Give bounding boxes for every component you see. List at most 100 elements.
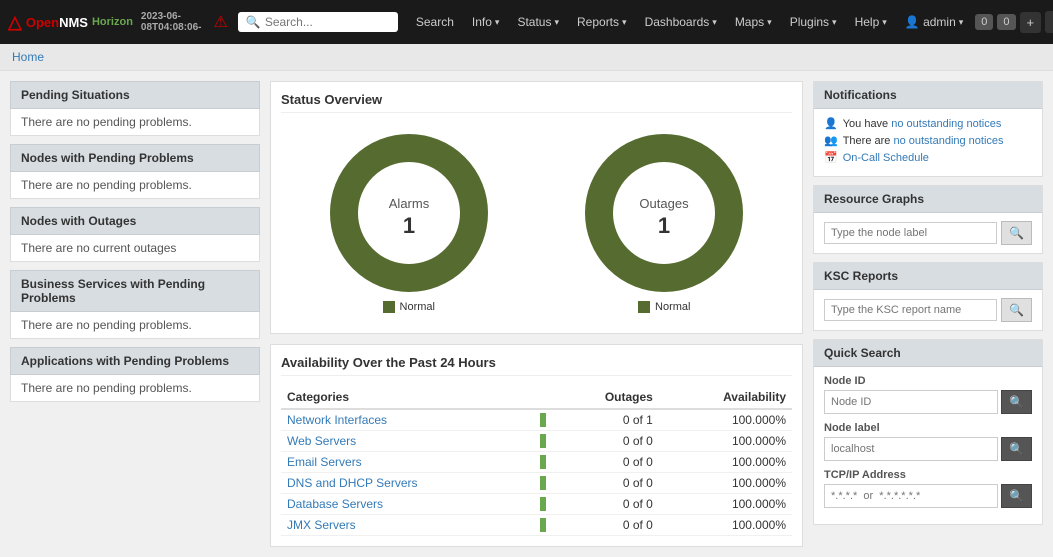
calendar-icon: 📅 bbox=[824, 151, 838, 164]
category-link[interactable]: Database Servers bbox=[287, 497, 383, 511]
resource-graphs-search-button[interactable]: 🔍 bbox=[1001, 221, 1032, 245]
person-icon: 👤 bbox=[824, 117, 838, 130]
sidebar-item-nodes-pending: Nodes with Pending Problems There are no… bbox=[10, 144, 260, 201]
category-cell: Database Servers bbox=[281, 494, 534, 515]
notif-text-3: On-Call Schedule bbox=[843, 152, 929, 164]
table-row: Web Servers 0 of 0 100.000% bbox=[281, 431, 792, 452]
node-id-input[interactable] bbox=[824, 390, 998, 414]
node-id-field: Node ID 🔍 bbox=[824, 375, 1032, 414]
availability-cell: 100.000% bbox=[659, 431, 792, 452]
ksc-reports-search-button[interactable]: 🔍 bbox=[1001, 298, 1032, 322]
notif-link-2[interactable]: no outstanding notices bbox=[893, 135, 1003, 147]
node-id-input-row: 🔍 bbox=[824, 390, 1032, 414]
donut-row: Alarms 1 Normal Outages 1 bbox=[281, 123, 792, 323]
nav-search[interactable]: Search bbox=[408, 11, 462, 33]
quick-search-header: Quick Search bbox=[814, 340, 1042, 367]
node-id-search-button[interactable]: 🔍 bbox=[1001, 390, 1032, 414]
brand-open: OpenNMS bbox=[26, 15, 88, 30]
reports-caret: ▾ bbox=[622, 17, 627, 28]
col-categories: Categories bbox=[281, 386, 534, 409]
nav-help[interactable]: Help ▾ bbox=[847, 11, 895, 33]
nav-info[interactable]: Info ▾ bbox=[464, 11, 508, 33]
pending-situations-header: Pending Situations bbox=[10, 81, 260, 109]
quick-search-body: Node ID 🔍 Node label 🔍 TCP/IP Address bbox=[814, 367, 1042, 524]
svg-text:1: 1 bbox=[403, 213, 415, 238]
category-link[interactable]: Web Servers bbox=[287, 434, 356, 448]
applications-body: There are no pending problems. bbox=[10, 375, 260, 402]
outages-cell: 0 of 0 bbox=[552, 515, 659, 536]
node-id-label: Node ID bbox=[824, 375, 1032, 387]
alarms-legend-label: Normal bbox=[400, 301, 435, 313]
main-content: Status Overview Alarms 1 Normal bbox=[270, 81, 803, 547]
nav-links: Search Info ▾ Status ▾ Reports ▾ Dashboa… bbox=[408, 11, 971, 33]
status-overview-panel: Status Overview Alarms 1 Normal bbox=[270, 81, 803, 334]
tcp-ip-input[interactable] bbox=[824, 484, 998, 508]
category-link[interactable]: DNS and DHCP Servers bbox=[287, 476, 418, 490]
global-search-input[interactable] bbox=[265, 15, 395, 29]
col-outages: Outages bbox=[552, 386, 659, 409]
nav-status[interactable]: Status ▾ bbox=[509, 11, 567, 33]
node-label-input-row: 🔍 bbox=[824, 437, 1032, 461]
availability-cell: 100.000% bbox=[659, 409, 792, 431]
category-cell: Web Servers bbox=[281, 431, 534, 452]
resource-graphs-input[interactable] bbox=[824, 222, 997, 244]
col-availability: Availability bbox=[659, 386, 792, 409]
notif-link-3[interactable]: On-Call Schedule bbox=[843, 152, 929, 164]
node-label-search-button[interactable]: 🔍 bbox=[1001, 437, 1032, 461]
availability-cell: 100.000% bbox=[659, 452, 792, 473]
nav-plugins[interactable]: Plugins ▾ bbox=[782, 11, 845, 33]
availability-table: Categories Outages Availability Network … bbox=[281, 386, 792, 536]
category-link[interactable]: JMX Servers bbox=[287, 518, 356, 532]
bar-cell bbox=[534, 515, 552, 536]
business-services-header: Business Services with Pending Problems bbox=[10, 270, 260, 312]
add-button[interactable]: + bbox=[1020, 12, 1042, 33]
brand-date: 2023-06-08T04:08:06- bbox=[141, 11, 202, 33]
tcp-ip-field: TCP/IP Address 🔍 bbox=[824, 469, 1032, 508]
help-caret: ▾ bbox=[882, 17, 887, 28]
nodes-pending-body: There are no pending problems. bbox=[10, 172, 260, 199]
nav-maps[interactable]: Maps ▾ bbox=[727, 11, 780, 33]
table-row: Email Servers 0 of 0 100.000% bbox=[281, 452, 792, 473]
availability-bar bbox=[540, 497, 546, 511]
outages-cell: 0 of 0 bbox=[552, 473, 659, 494]
plugins-caret: ▾ bbox=[832, 17, 837, 28]
notif-item-2: 👥 There are no outstanding notices bbox=[824, 134, 1032, 147]
search-magnifier-icon: 🔍 bbox=[246, 15, 261, 29]
sidebar-item-business-services: Business Services with Pending Problems … bbox=[10, 270, 260, 341]
category-cell: DNS and DHCP Servers bbox=[281, 473, 534, 494]
tcp-ip-search-button[interactable]: 🔍 bbox=[1001, 484, 1032, 508]
category-link[interactable]: Email Servers bbox=[287, 455, 362, 469]
node-label-input[interactable] bbox=[824, 437, 998, 461]
notifications-body: 👤 You have no outstanding notices 👥 Ther… bbox=[814, 109, 1042, 176]
ksc-reports-body: 🔍 bbox=[814, 290, 1042, 330]
outages-cell: 0 of 1 bbox=[552, 409, 659, 431]
table-row: DNS and DHCP Servers 0 of 0 100.000% bbox=[281, 473, 792, 494]
category-link[interactable]: Network Interfaces bbox=[287, 413, 387, 427]
notif-link-1[interactable]: no outstanding notices bbox=[891, 118, 1001, 130]
notif-item-1: 👤 You have no outstanding notices bbox=[824, 117, 1032, 130]
global-search-bar[interactable]: 🔍 bbox=[238, 12, 398, 32]
nav-admin[interactable]: 👤 admin ▾ bbox=[897, 11, 972, 33]
settings-button[interactable]: ⚙ bbox=[1045, 11, 1053, 33]
brand-horizon: Horizon bbox=[92, 16, 133, 28]
availability-panel: Availability Over the Past 24 Hours Cate… bbox=[270, 344, 803, 547]
category-cell: JMX Servers bbox=[281, 515, 534, 536]
notifications-section: Notifications 👤 You have no outstanding … bbox=[813, 81, 1043, 177]
breadcrumb-home[interactable]: Home bbox=[12, 50, 44, 64]
nav-dashboards[interactable]: Dashboards ▾ bbox=[637, 11, 725, 33]
brand-icon: △ bbox=[8, 12, 22, 33]
ksc-reports-header: KSC Reports bbox=[814, 263, 1042, 290]
ksc-reports-input[interactable] bbox=[824, 299, 997, 321]
outages-cell: 0 of 0 bbox=[552, 494, 659, 515]
category-cell: Email Servers bbox=[281, 452, 534, 473]
table-row: Network Interfaces 0 of 1 100.000% bbox=[281, 409, 792, 431]
availability-cell: 100.000% bbox=[659, 515, 792, 536]
alarms-donut-container: Alarms 1 Normal bbox=[329, 133, 489, 313]
brand-logo: △ OpenNMS Horizon 2023-06-08T04:08:06- bbox=[8, 11, 202, 33]
alarms-legend-swatch bbox=[383, 301, 395, 313]
category-cell: Network Interfaces bbox=[281, 409, 534, 431]
bar-cell bbox=[534, 494, 552, 515]
notif-text-1: You have no outstanding notices bbox=[843, 118, 1002, 130]
nav-reports[interactable]: Reports ▾ bbox=[569, 11, 635, 33]
admin-caret: ▾ bbox=[959, 17, 964, 28]
